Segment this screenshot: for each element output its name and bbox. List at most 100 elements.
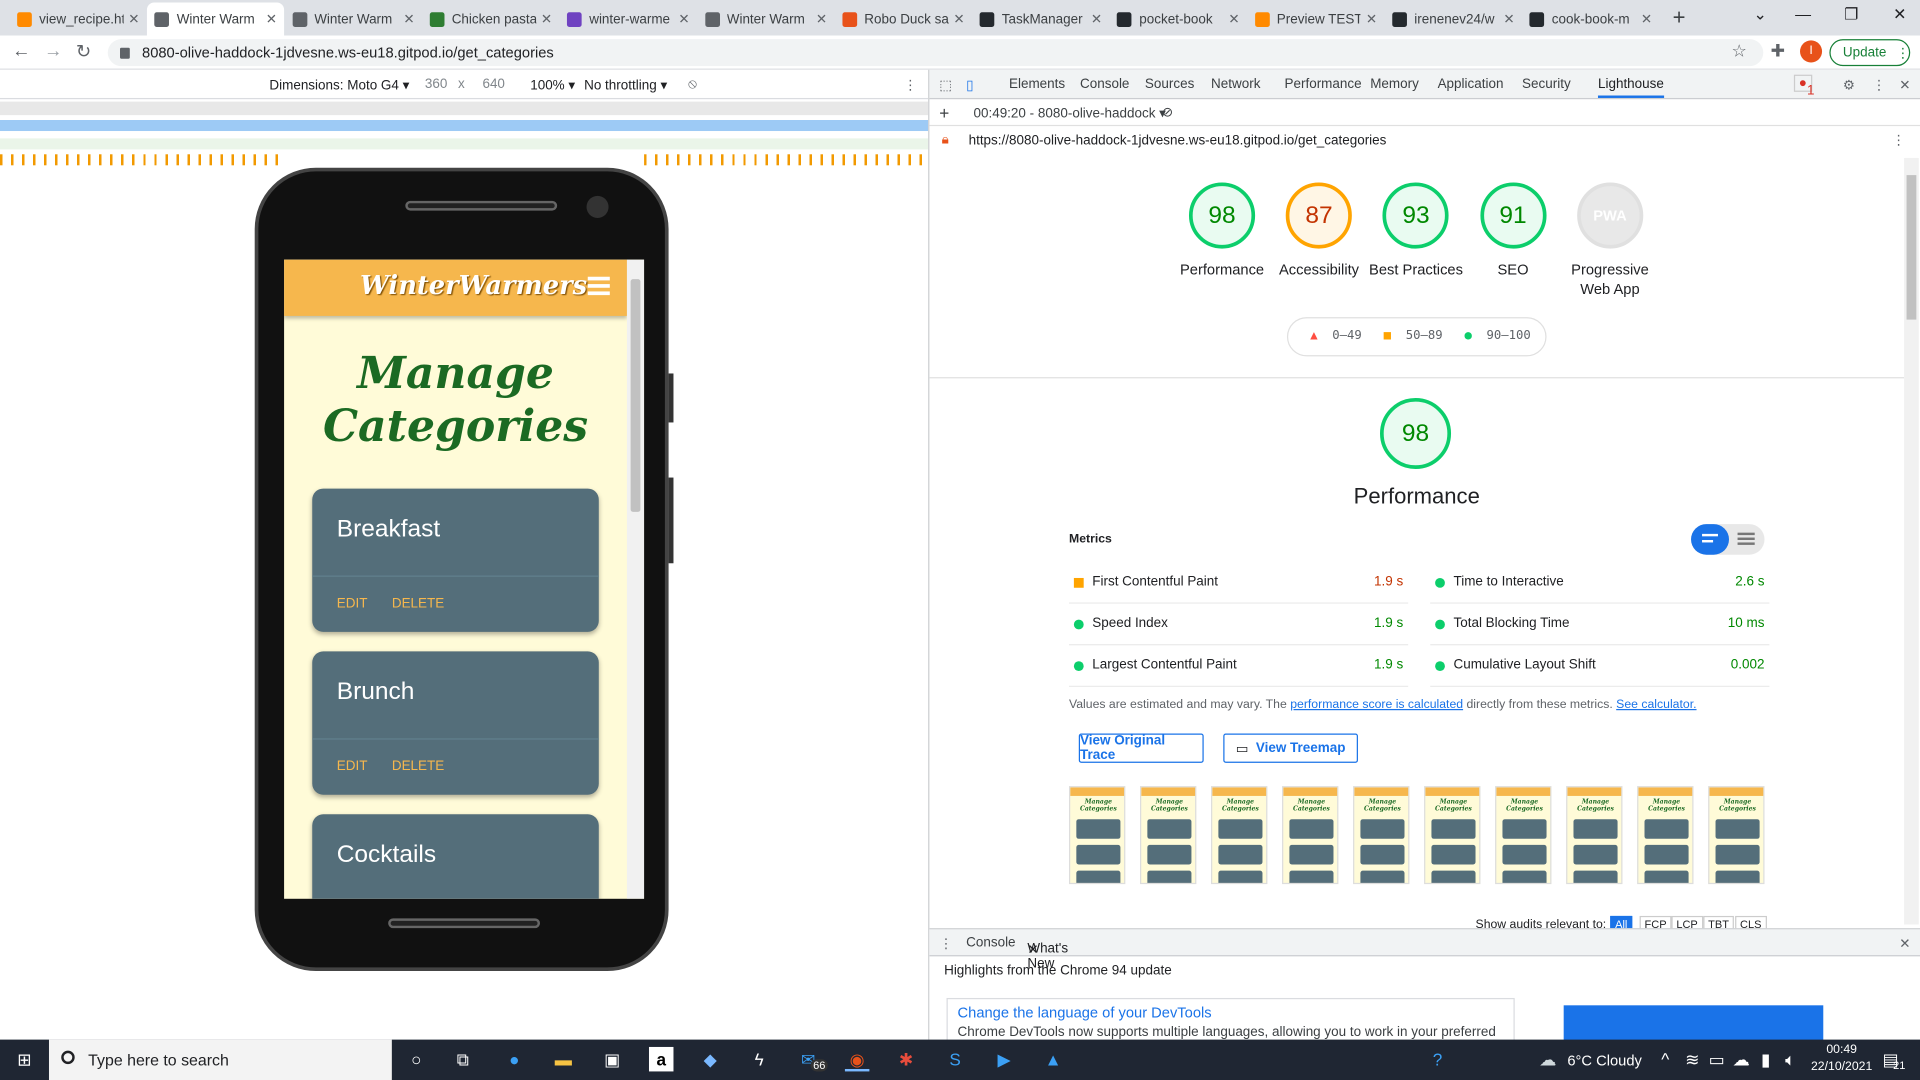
zap-app-icon[interactable]: ϟ: [747, 1047, 771, 1071]
browser-tab[interactable]: Winter Warm ✕: [285, 2, 422, 35]
photos-icon[interactable]: ▲: [1041, 1047, 1065, 1071]
url-field[interactable]: 8080-olive-haddock-1jdvesne.ws-eu18.gitp…: [107, 39, 1764, 67]
score-calculated-link[interactable]: performance score is calculated: [1290, 698, 1463, 711]
settings-gear-icon[interactable]: ⚙: [1843, 77, 1855, 93]
dropbox-icon[interactable]: ◆: [698, 1047, 722, 1071]
restore-icon[interactable]: ❐: [1844, 5, 1858, 25]
minimize-icon[interactable]: —: [1795, 5, 1811, 23]
browser-tab[interactable]: TaskManager ✕: [972, 2, 1109, 35]
reload-icon[interactable]: ↻: [76, 40, 91, 63]
issues-counter[interactable]: ● 1: [1793, 74, 1814, 98]
drawer-tab-console[interactable]: Console: [966, 936, 1015, 951]
browser-tab[interactable]: Robo Duck sa ✕: [835, 2, 972, 35]
filmstrip-frame[interactable]: Manage Categories: [1068, 786, 1126, 885]
bookmark-star-icon[interactable]: ☆: [1731, 40, 1746, 61]
filmstrip-frame[interactable]: Manage Categories: [1211, 786, 1268, 885]
edge-icon[interactable]: ●: [502, 1047, 526, 1071]
filmstrip-frame[interactable]: Manage Categories: [1353, 786, 1410, 885]
filmstrip-frame[interactable]: Manage Categories: [1140, 786, 1197, 885]
toggle-compact-icon[interactable]: [1691, 524, 1729, 555]
devtools-tab-performance[interactable]: Performance: [1285, 77, 1362, 92]
wifi-icon[interactable]: ≋: [1680, 1047, 1704, 1071]
battery-icon[interactable]: ▮: [1753, 1047, 1777, 1071]
devtools-tab-elements[interactable]: Elements: [1009, 77, 1065, 92]
browser-tab[interactable]: view_recipe.ht ✕: [10, 2, 147, 35]
filmstrip-frame[interactable]: Manage Categories: [1708, 786, 1765, 885]
delete-button[interactable]: DELETE: [392, 759, 444, 774]
devtools-close-icon[interactable]: ✕: [1899, 77, 1910, 93]
edit-button[interactable]: EDIT: [337, 596, 368, 611]
zoom-select[interactable]: 100% ▾: [530, 77, 575, 93]
report-select[interactable]: 00:49:20 - 8080-olive-haddock ▾: [973, 105, 1165, 122]
back-icon[interactable]: ←: [12, 40, 30, 61]
view-treemap-button[interactable]: ▭ View Treemap: [1223, 733, 1358, 763]
browser-tab[interactable]: irenenev24/w ✕: [1385, 2, 1522, 35]
browser-tab[interactable]: pocket-book ✕: [1110, 2, 1247, 35]
devtools-tab-application[interactable]: Application: [1438, 77, 1504, 92]
close-tab-icon[interactable]: ✕: [1228, 11, 1239, 27]
browser-tab[interactable]: Preview TEST ✕: [1247, 2, 1384, 35]
weather-text[interactable]: 6°C Cloudy: [1567, 1052, 1641, 1069]
close-tab-icon[interactable]: ✕: [816, 11, 827, 27]
browser-tab[interactable]: winter-warme ✕: [560, 2, 697, 35]
whats-new-title[interactable]: Change the language of your DevTools: [958, 1004, 1212, 1021]
close-tab-icon[interactable]: ✕: [1641, 11, 1652, 27]
browser-tab[interactable]: Winter Warm ✕: [697, 2, 834, 35]
media-query-bar-min[interactable]: [0, 138, 929, 150]
filmstrip-frame[interactable]: Manage Categories: [1282, 786, 1339, 885]
devtools-tab-memory[interactable]: Memory: [1370, 77, 1419, 92]
browser-tab[interactable]: Chicken pasta ✕: [422, 2, 559, 35]
filmstrip-frame[interactable]: Manage Categories: [1566, 786, 1623, 885]
close-tab-icon[interactable]: ✕: [403, 11, 414, 27]
lighthouse-scroll-thumb[interactable]: [1906, 175, 1917, 320]
extensions-puzzle-icon[interactable]: ✚: [1771, 40, 1785, 61]
filmstrip-frame[interactable]: Manage Categories: [1424, 786, 1481, 885]
file-explorer-icon[interactable]: ▬: [551, 1047, 575, 1071]
tray-chevron-icon[interactable]: ^: [1653, 1047, 1677, 1071]
forward-icon[interactable]: →: [44, 40, 62, 61]
drawer-close-icon[interactable]: ✕: [1899, 936, 1910, 952]
task-view-icon[interactable]: ⧉: [451, 1047, 475, 1071]
scroll-thumb[interactable]: [630, 279, 641, 512]
cortana-icon[interactable]: ○: [404, 1047, 428, 1071]
store-icon[interactable]: ▣: [600, 1047, 624, 1071]
clear-reports-icon[interactable]: ⊘: [1162, 104, 1173, 120]
brand-logo[interactable]: WinterWarmers: [360, 269, 587, 300]
help-icon[interactable]: ?: [1425, 1047, 1449, 1071]
close-tab-icon[interactable]: ✕: [953, 11, 964, 27]
emulated-scrollbar[interactable]: [626, 259, 645, 899]
drawer-menu-icon[interactable]: ⋮: [939, 936, 952, 952]
delete-button[interactable]: DELETE: [392, 596, 444, 611]
clock-time[interactable]: 00:49: [1810, 1043, 1874, 1056]
device-width-input[interactable]: 360: [425, 77, 447, 92]
throttle-select[interactable]: No throttling ▾: [584, 77, 667, 93]
filmstrip-frame[interactable]: Manage Categories: [1495, 786, 1552, 885]
skype-icon[interactable]: S: [943, 1047, 967, 1071]
score-gauge-performance[interactable]: 98: [1188, 182, 1256, 249]
score-gauge-best-practices[interactable]: 93: [1382, 182, 1450, 249]
devtools-tab-sources[interactable]: Sources: [1145, 77, 1194, 92]
score-gauge-accessibility[interactable]: 87: [1285, 182, 1353, 249]
device-toggle-icon[interactable]: ▯: [966, 77, 973, 93]
tab-search-icon[interactable]: ⌄: [1753, 5, 1766, 25]
chrome-icon[interactable]: ◉: [844, 1047, 870, 1072]
rotate-icon[interactable]: ⦸: [688, 77, 697, 93]
score-gauge-progressive-web-app[interactable]: PWA: [1576, 182, 1644, 249]
device-height-input[interactable]: 640: [482, 77, 504, 92]
windows-start-icon[interactable]: ⊞: [12, 1047, 36, 1071]
close-tab-icon[interactable]: ✕: [128, 11, 139, 27]
close-tab-icon[interactable]: ✕: [1503, 11, 1514, 27]
devtools-tab-lighthouse[interactable]: Lighthouse: [1597, 77, 1664, 98]
report-url[interactable]: https://8080-olive-haddock-1jdvesne.ws-e…: [969, 133, 1387, 148]
taskbar-search-field[interactable]: Type here to search: [48, 1039, 392, 1080]
device-dimensions-select[interactable]: Dimensions: Moto G4 ▾: [269, 77, 409, 93]
close-tab-icon[interactable]: ✕: [1366, 11, 1377, 27]
report-menu-icon[interactable]: ⋮: [1892, 132, 1905, 148]
volume-icon[interactable]: 🔈︎: [1778, 1047, 1802, 1071]
view-original-trace-button[interactable]: View Original Trace: [1078, 733, 1204, 763]
inspect-element-icon[interactable]: ⬚: [939, 77, 952, 93]
close-tab-icon[interactable]: ✕: [541, 11, 552, 27]
new-tab-icon[interactable]: +: [1673, 5, 1686, 31]
score-gauge-seo[interactable]: 91: [1479, 182, 1547, 249]
devtools-tab-console[interactable]: Console: [1080, 77, 1129, 92]
